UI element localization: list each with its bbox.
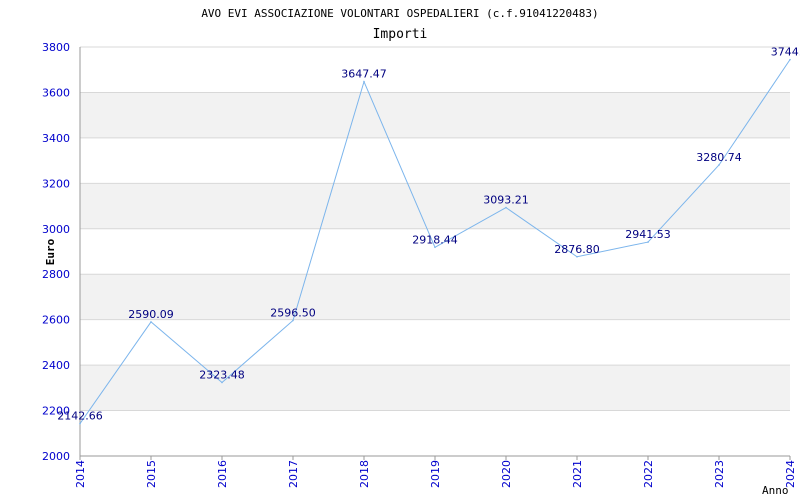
- data-point: [292, 319, 294, 322]
- x-tick-label: 2022: [642, 460, 655, 488]
- data-point: [647, 241, 649, 243]
- y-tick-label: 3600: [42, 86, 70, 99]
- grid-band: [80, 274, 790, 320]
- grid-bands: [80, 92, 790, 411]
- y-tick-label: 3400: [42, 132, 70, 145]
- chart-subtitle: Importi: [373, 27, 428, 42]
- x-tick-label: 2019: [429, 460, 442, 488]
- y-tick-label: 2400: [42, 359, 70, 372]
- data-point: [576, 255, 578, 258]
- y-tick-label: 3000: [42, 223, 70, 236]
- chart-title: AVO EVI ASSOCIAZIONE VOLONTARI OSPEDALIE…: [201, 7, 598, 20]
- y-tick-label: 2600: [42, 314, 70, 327]
- data-label: 2323.48: [199, 368, 245, 381]
- data-point: [434, 246, 436, 249]
- data-label: 2142.66: [57, 410, 103, 423]
- data-label: 3647.47: [341, 68, 387, 81]
- x-tick-label: 2017: [287, 460, 300, 488]
- data-point: [79, 422, 81, 425]
- y-axis-label: Euro: [44, 238, 57, 265]
- data-point: [221, 381, 223, 384]
- x-tick-label: 2016: [216, 460, 229, 488]
- y-tick-label: 3800: [42, 41, 70, 54]
- x-axis-label: Anno: [762, 484, 789, 497]
- data-point: [718, 164, 720, 166]
- x-tick-label: 2023: [713, 460, 726, 488]
- y-tick-label: 2000: [42, 450, 70, 463]
- grid-band: [80, 365, 790, 411]
- line-chart: 2000220024002600280030003200340036003800…: [42, 7, 800, 497]
- x-tick-label: 2020: [500, 460, 513, 488]
- data-point: [789, 58, 791, 61]
- x-tick-label: 2021: [571, 460, 584, 488]
- data-point: [363, 80, 365, 83]
- grid-band: [80, 183, 790, 229]
- y-tick-label: 2800: [42, 268, 70, 281]
- data-label: 2941.53: [625, 228, 671, 241]
- data-label: 3093.21: [483, 194, 529, 207]
- data-label: 2918.44: [412, 233, 458, 246]
- data-label: 2590.09: [128, 308, 174, 321]
- x-axis-ticks: 2014 2015 2016 2017 2018 2019 2020 2021 2022 2023…: [74, 456, 797, 488]
- data-point: [505, 206, 507, 209]
- x-tick-label: 2014: [74, 460, 87, 488]
- data-label: 3280.74: [696, 151, 742, 164]
- x-tick-label: 2015: [145, 460, 158, 488]
- y-tick-label: 3200: [42, 177, 70, 190]
- data-label: 3744.4: [771, 46, 800, 59]
- x-tick-label: 2018: [358, 460, 371, 488]
- data-label: 2596.50: [270, 306, 316, 319]
- data-label: 2876.80: [554, 243, 600, 256]
- data-point: [150, 321, 152, 323]
- grid-band: [80, 92, 790, 138]
